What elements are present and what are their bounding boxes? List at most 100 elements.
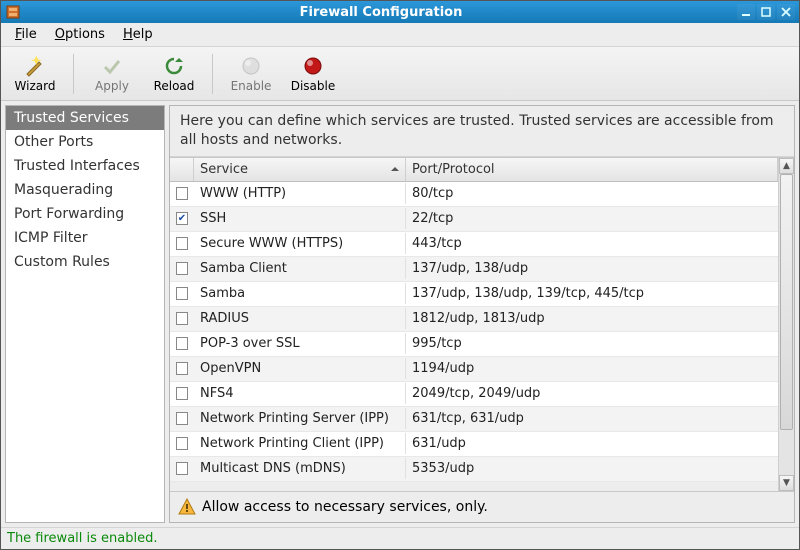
reload-icon xyxy=(163,55,185,77)
service-name: Multicast DNS (mDNS) xyxy=(194,458,406,479)
table-row[interactable]: Network Printing Server (IPP)631/tcp, 63… xyxy=(170,407,778,432)
maximize-button[interactable] xyxy=(757,4,775,20)
wizard-label: Wizard xyxy=(15,79,56,93)
service-port: 995/tcp xyxy=(406,333,778,354)
menu-file[interactable]: File xyxy=(7,25,45,44)
service-name: POP-3 over SSL xyxy=(194,333,406,354)
sidebar-item-icmp-filter[interactable]: ICMP Filter xyxy=(6,226,164,250)
service-name: Samba xyxy=(194,283,406,304)
app-icon xyxy=(5,4,21,20)
service-port: 22/tcp xyxy=(406,208,778,229)
table-header: Service Port/Protocol xyxy=(170,158,778,182)
enable-label: Enable xyxy=(231,79,272,93)
table-row[interactable]: NFS42049/tcp, 2049/udp xyxy=(170,382,778,407)
titlebar: Firewall Configuration xyxy=(1,1,799,23)
reload-button[interactable]: Reload xyxy=(144,50,204,98)
wizard-button[interactable]: Wizard xyxy=(5,50,65,98)
table-row[interactable]: Secure WWW (HTTPS)443/tcp xyxy=(170,232,778,257)
content: Trusted ServicesOther PortsTrusted Inter… xyxy=(1,101,799,527)
table-row[interactable]: POP-3 over SSL995/tcp xyxy=(170,332,778,357)
service-port: 443/tcp xyxy=(406,233,778,254)
service-checkbox[interactable] xyxy=(176,312,188,325)
window-title: Firewall Configuration xyxy=(25,5,737,20)
service-checkbox[interactable] xyxy=(176,187,188,200)
scroll-track[interactable] xyxy=(779,174,794,475)
apply-icon xyxy=(101,55,123,77)
service-port: 1194/udp xyxy=(406,358,778,379)
service-checkbox[interactable]: ✔ xyxy=(176,212,188,225)
service-port: 631/udp xyxy=(406,433,778,454)
scroll-thumb[interactable] xyxy=(780,174,793,430)
menubar: File Options Help xyxy=(1,23,799,47)
service-name: Network Printing Server (IPP) xyxy=(194,408,406,429)
service-name: Network Printing Client (IPP) xyxy=(194,433,406,454)
toolbar-separator xyxy=(212,54,213,94)
table-row[interactable]: WWW (HTTP)80/tcp xyxy=(170,182,778,207)
col-checkbox[interactable] xyxy=(170,158,194,181)
disable-button[interactable]: Disable xyxy=(283,50,343,98)
sidebar: Trusted ServicesOther PortsTrusted Inter… xyxy=(5,105,165,523)
sidebar-item-trusted-interfaces[interactable]: Trusted Interfaces xyxy=(6,154,164,178)
scroll-up-button[interactable]: ▲ xyxy=(779,158,794,174)
enable-icon xyxy=(240,55,262,77)
table-body: WWW (HTTP)80/tcp✔SSH22/tcpSecure WWW (HT… xyxy=(170,182,778,491)
service-name: NFS4 xyxy=(194,383,406,404)
service-checkbox[interactable] xyxy=(176,362,188,375)
service-port: 137/udp, 138/udp xyxy=(406,258,778,279)
sidebar-item-custom-rules[interactable]: Custom Rules xyxy=(6,250,164,274)
toolbar: Wizard Apply Reload Enable Disable xyxy=(1,47,799,101)
service-checkbox[interactable] xyxy=(176,262,188,275)
menu-help[interactable]: Help xyxy=(115,25,161,44)
col-port[interactable]: Port/Protocol xyxy=(406,158,778,181)
status-text: The firewall is enabled. xyxy=(7,531,157,546)
service-name: RADIUS xyxy=(194,308,406,329)
service-checkbox[interactable] xyxy=(176,412,188,425)
table-row[interactable]: ✔ SSH22/tcp xyxy=(170,207,778,232)
service-name: Secure WWW (HTTPS) xyxy=(194,233,406,254)
service-port: 137/udp, 138/udp, 139/tcp, 445/tcp xyxy=(406,283,778,304)
disable-label: Disable xyxy=(291,79,336,93)
sidebar-item-trusted-services[interactable]: Trusted Services xyxy=(6,106,164,130)
apply-label: Apply xyxy=(95,79,129,93)
window: Firewall Configuration File Options Help… xyxy=(0,0,800,550)
vertical-scrollbar[interactable]: ▲ ▼ xyxy=(778,158,794,491)
disable-icon xyxy=(302,55,324,77)
main-pane: Here you can define which services are t… xyxy=(169,105,795,523)
menu-options[interactable]: Options xyxy=(47,25,113,44)
table-row[interactable]: Samba Client137/udp, 138/udp xyxy=(170,257,778,282)
scroll-down-button[interactable]: ▼ xyxy=(779,475,794,491)
table-row[interactable]: Network Printing Client (IPP)631/udp xyxy=(170,432,778,457)
toolbar-separator xyxy=(73,54,74,94)
hint-row: Allow access to necessary services, only… xyxy=(170,492,794,522)
table-row[interactable]: Multicast DNS (mDNS)5353/udp xyxy=(170,457,778,482)
apply-button: Apply xyxy=(82,50,142,98)
table-row[interactable]: OpenVPN1194/udp xyxy=(170,357,778,382)
minimize-button[interactable] xyxy=(737,4,755,20)
service-port: 631/tcp, 631/udp xyxy=(406,408,778,429)
service-checkbox[interactable] xyxy=(176,437,188,450)
service-checkbox[interactable] xyxy=(176,462,188,475)
service-name: Samba Client xyxy=(194,258,406,279)
services-table: Service Port/Protocol WWW (HTTP)80/tcp ✔ S… xyxy=(170,158,778,491)
sidebar-item-masquerading[interactable]: Masquerading xyxy=(6,178,164,202)
service-checkbox[interactable] xyxy=(176,387,188,400)
hint-text: Allow access to necessary services, only… xyxy=(202,499,488,515)
service-checkbox[interactable] xyxy=(176,287,188,300)
table-row[interactable]: RADIUS1812/udp, 1813/udp xyxy=(170,307,778,332)
enable-button: Enable xyxy=(221,50,281,98)
wizard-icon xyxy=(24,55,46,77)
table-row[interactable]: Samba137/udp, 138/udp, 139/tcp, 445/tcp xyxy=(170,282,778,307)
service-name: WWW (HTTP) xyxy=(194,183,406,204)
service-port: 2049/tcp, 2049/udp xyxy=(406,383,778,404)
service-checkbox[interactable] xyxy=(176,337,188,350)
close-button[interactable] xyxy=(777,4,795,20)
service-name: SSH xyxy=(194,208,406,229)
col-service[interactable]: Service xyxy=(194,158,406,181)
service-port: 1812/udp, 1813/udp xyxy=(406,308,778,329)
sidebar-item-port-forwarding[interactable]: Port Forwarding xyxy=(6,202,164,226)
warning-icon xyxy=(178,498,196,516)
service-checkbox[interactable] xyxy=(176,237,188,250)
sidebar-item-other-ports[interactable]: Other Ports xyxy=(6,130,164,154)
service-port: 5353/udp xyxy=(406,458,778,479)
service-port: 80/tcp xyxy=(406,183,778,204)
